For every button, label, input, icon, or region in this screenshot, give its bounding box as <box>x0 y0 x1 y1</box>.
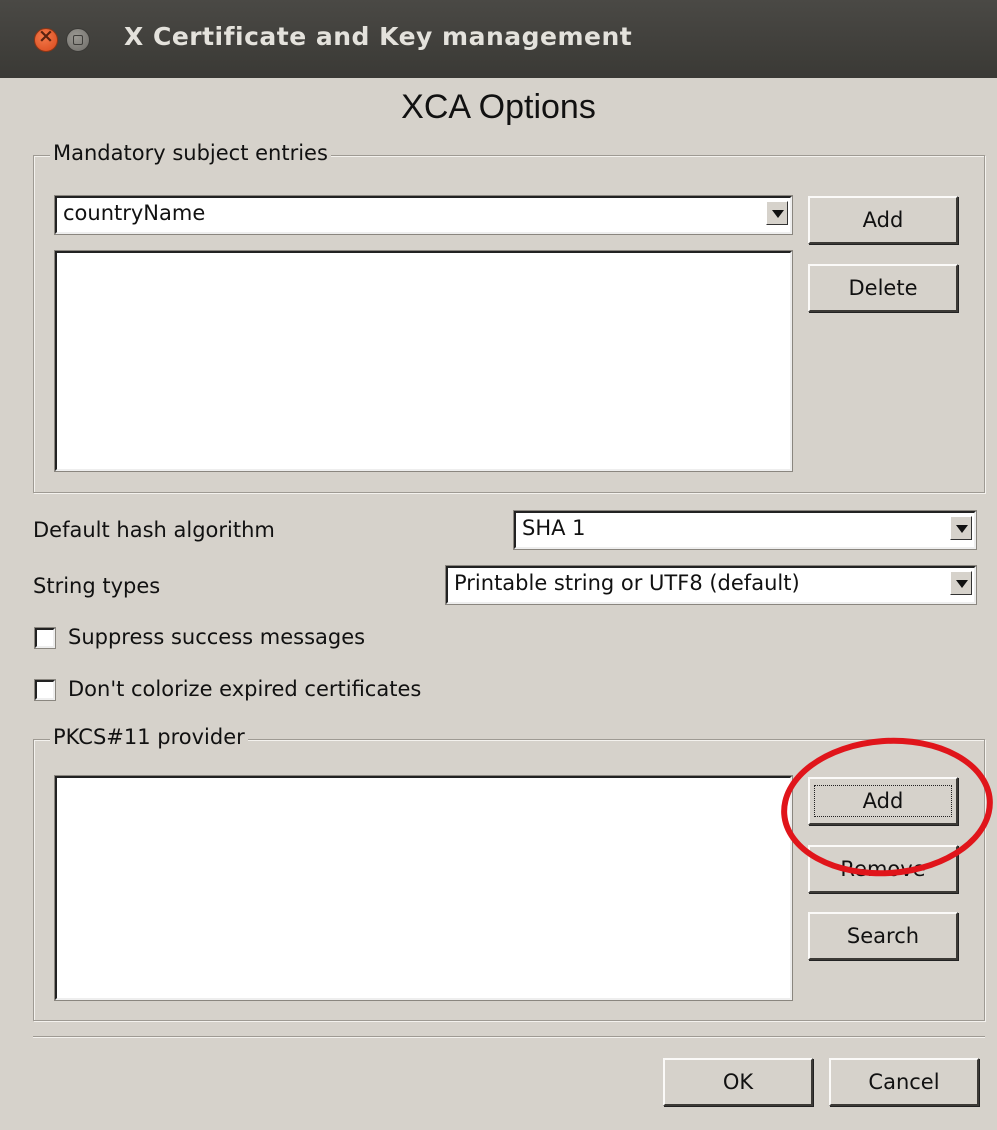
pkcs11-provider-legend: PKCS#11 provider <box>50 725 248 749</box>
close-icon[interactable] <box>34 25 58 52</box>
footer-separator <box>33 1036 985 1038</box>
suppress-success-checkbox[interactable] <box>35 628 55 648</box>
hash-algorithm-label: Default hash algorithm <box>33 518 275 542</box>
chevron-down-icon[interactable] <box>950 571 972 595</box>
string-types-value: Printable string or UTF8 (default) <box>454 571 800 595</box>
cancel-button[interactable]: Cancel <box>829 1058 979 1106</box>
chevron-down-icon[interactable] <box>950 516 972 540</box>
add-subject-entry-button[interactable]: Add <box>808 196 958 244</box>
subject-entries-list[interactable] <box>55 251 792 471</box>
minimize-icon[interactable] <box>66 28 90 52</box>
subject-entry-combo-value: countryName <box>63 201 206 225</box>
dont-colorize-checkbox[interactable] <box>35 680 55 700</box>
delete-subject-entry-label: Delete <box>848 276 918 300</box>
hash-algorithm-combo[interactable]: SHA 1 <box>514 511 976 549</box>
mandatory-subject-legend: Mandatory subject entries <box>50 141 331 165</box>
subject-entry-combo[interactable]: countryName <box>55 196 792 234</box>
ok-button[interactable]: OK <box>663 1058 813 1106</box>
window-title: X Certificate and Key management <box>124 22 633 51</box>
dont-colorize-label[interactable]: Don't colorize expired certificates <box>68 677 421 701</box>
remove-pkcs11-provider-button[interactable]: Remove <box>808 845 958 893</box>
mandatory-subject-group: Mandatory subject entries countryName Ad… <box>33 141 985 493</box>
window-titlebar: X Certificate and Key management <box>0 0 997 78</box>
add-pkcs11-provider-label: Add <box>814 785 952 817</box>
search-pkcs11-provider-button[interactable]: Search <box>808 912 958 960</box>
add-pkcs11-provider-button[interactable]: Add <box>808 777 958 825</box>
ok-button-label: OK <box>722 1070 754 1094</box>
delete-subject-entry-button[interactable]: Delete <box>808 264 958 312</box>
string-types-combo[interactable]: Printable string or UTF8 (default) <box>446 566 976 604</box>
cancel-button-label: Cancel <box>868 1070 940 1094</box>
dialog-heading: XCA Options <box>401 88 596 126</box>
search-pkcs11-provider-label: Search <box>846 924 920 948</box>
string-types-label: String types <box>33 574 161 598</box>
add-subject-entry-label: Add <box>862 208 904 232</box>
suppress-success-label[interactable]: Suppress success messages <box>68 625 365 649</box>
chevron-down-icon[interactable] <box>766 201 788 225</box>
pkcs11-provider-list[interactable] <box>55 776 792 1000</box>
pkcs11-provider-group: PKCS#11 provider Add Remove Search <box>33 725 985 1021</box>
remove-pkcs11-provider-label: Remove <box>840 857 926 881</box>
hash-algorithm-value: SHA 1 <box>522 516 586 540</box>
